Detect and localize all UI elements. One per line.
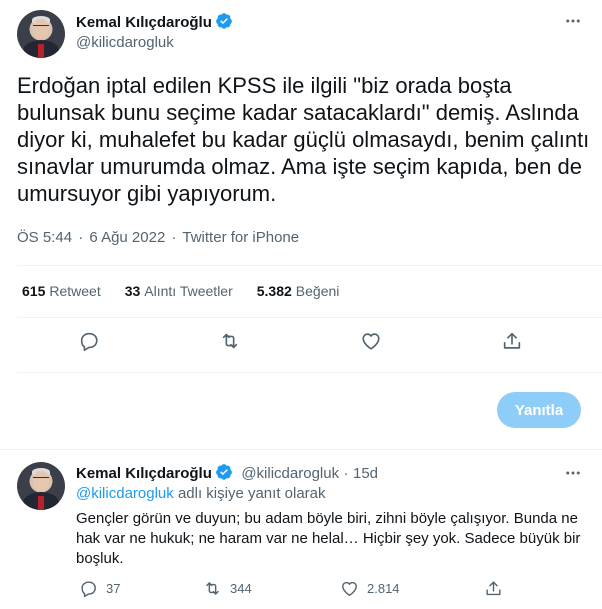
reply-share-action[interactable] (484, 579, 503, 598)
reply-reply-action[interactable]: 37 (79, 579, 120, 598)
retweet-stat[interactable]: 615 Retweet (22, 283, 101, 299)
reply-author-handle[interactable]: @kilicdarogluk (241, 465, 339, 482)
reply-icon (81, 581, 96, 598)
reply-more-options-icon[interactable] (562, 462, 584, 484)
replying-to-mention[interactable]: @kilicdarogluk (76, 485, 174, 502)
reply-text: Gençler görün ve duyun; bu adam böyle bi… (76, 510, 581, 567)
share-icon (486, 581, 501, 596)
meta-separator: · (78, 229, 84, 246)
tweet-time[interactable]: ÖS 5:44 (17, 229, 72, 246)
more-options-icon[interactable] (562, 10, 584, 32)
author-avatar[interactable] (17, 10, 65, 58)
reply-retweet-action[interactable]: 344 (203, 579, 252, 598)
tweet-meta: ÖS 5:44 · 6 Ağu 2022 · Twitter for iPhon… (17, 229, 299, 246)
reply-button[interactable]: Yanıtla (497, 392, 581, 428)
replying-to-suffix: adlı kişiye yanıt olarak (177, 485, 326, 502)
tweet-source[interactable]: Twitter for iPhone (182, 229, 299, 246)
verified-badge-icon (216, 13, 232, 29)
reply-author-name[interactable]: Kemal Kılıçdaroğlu (76, 465, 212, 482)
author-name-row[interactable]: Kemal Kılıçdaroğlu (76, 12, 233, 32)
share-icon[interactable] (500, 329, 524, 353)
quote-tweets-stat[interactable]: 33 Alıntı Tweetler (125, 283, 233, 299)
reply-age[interactable]: 15d (353, 465, 378, 482)
divider (17, 265, 602, 266)
meta-separator: · (171, 229, 177, 246)
reply-icon[interactable] (77, 329, 101, 353)
like-count: 2.814 (367, 581, 400, 596)
like-icon[interactable] (359, 329, 383, 353)
reply-header: Kemal Kılıçdaroğlu @kilicdarogluk · 15d (76, 463, 378, 483)
tweet-text: Erdoğan iptal edilen KPSS ile ilgili "bi… (17, 73, 590, 206)
reply-like-action[interactable]: 2.814 (340, 579, 400, 598)
verified-badge-icon (216, 464, 232, 480)
retweet-count: 344 (230, 581, 252, 596)
retweet-icon (206, 582, 219, 595)
divider (0, 449, 602, 450)
tweet-stats: 615 Retweet 33 Alıntı Tweetler 5.382 Beğeni (22, 283, 339, 299)
meta-separator: · (343, 465, 349, 482)
author-name[interactable]: Kemal Kılıçdaroğlu (76, 14, 212, 31)
divider (17, 317, 602, 318)
tweet-date[interactable]: 6 Ağu 2022 (89, 229, 165, 246)
divider (17, 372, 602, 373)
author-handle[interactable]: @kilicdarogluk (76, 34, 174, 51)
reply-author-avatar[interactable] (17, 462, 65, 510)
reply-count: 37 (106, 581, 121, 596)
likes-stat[interactable]: 5.382 Beğeni (257, 283, 340, 299)
like-icon (342, 581, 357, 596)
replying-to: @kilicdarogluk adlı kişiye yanıt olarak (76, 485, 326, 502)
retweet-icon[interactable] (218, 329, 242, 353)
